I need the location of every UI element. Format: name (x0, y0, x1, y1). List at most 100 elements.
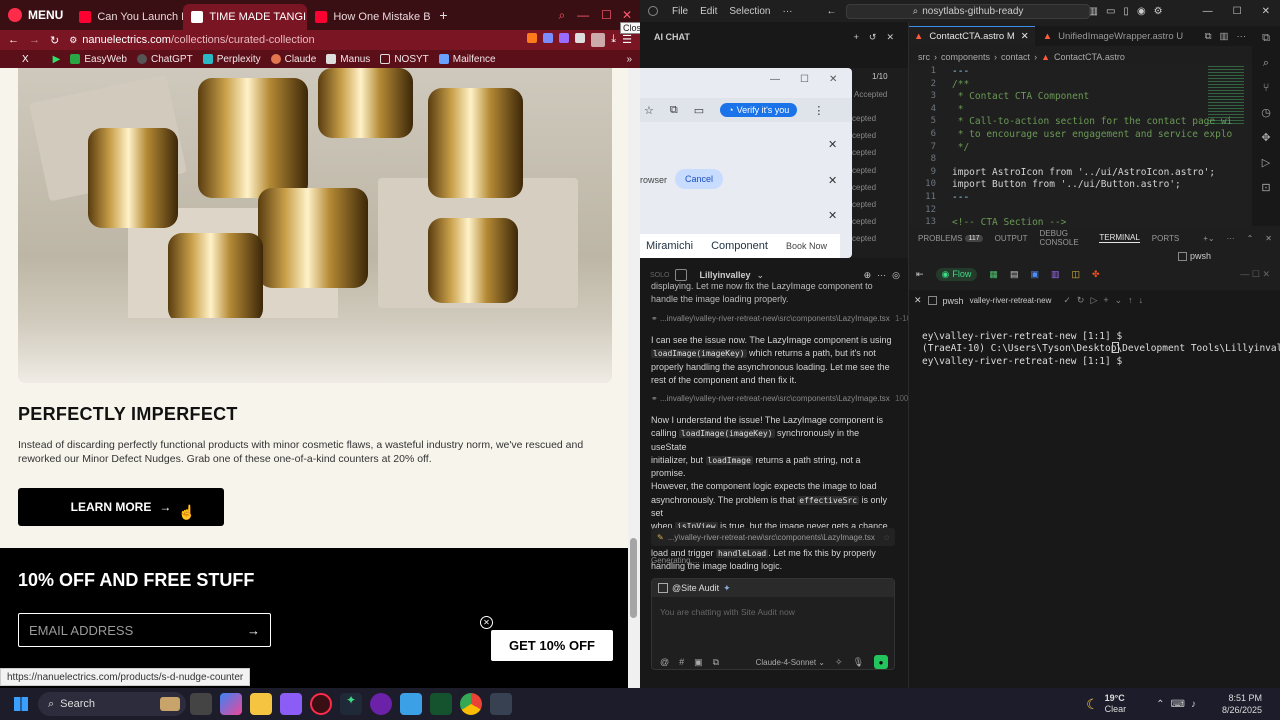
vs-maximize-button[interactable]: ☐ (1233, 6, 1242, 17)
email-input[interactable]: EMAIL ADDRESS → (18, 613, 271, 647)
vs-minimize-button[interactable]: — (1203, 6, 1213, 17)
remote-icon[interactable]: ⊡ (1261, 181, 1270, 194)
tab-0[interactable]: Can You Launch Hard (71, 4, 183, 30)
minimap[interactable] (1208, 66, 1244, 126)
taskbar-search[interactable]: ⌕ Search (38, 692, 186, 716)
source-control-icon[interactable]: ⑂ (1263, 82, 1270, 94)
app-icon[interactable] (490, 693, 512, 715)
notepad-icon[interactable] (400, 693, 422, 715)
sidebar-toggle-icon[interactable]: ⇤ (916, 269, 924, 280)
opera-gx-icon[interactable] (310, 693, 332, 715)
task-view-icon[interactable] (190, 693, 212, 715)
chevron-down-icon[interactable]: ⌄ (756, 270, 764, 281)
layout-icon[interactable]: ▯ (1123, 6, 1129, 17)
more-icon[interactable]: ··· (877, 270, 886, 280)
bookmark-manus[interactable]: Manus (326, 54, 370, 65)
terminal-tab-label[interactable]: pwsh (1178, 251, 1211, 261)
file-reference[interactable]: ⚭ ...invalley\valley-river-retreat-new\s… (651, 394, 924, 403)
close-panel-icon[interactable]: ✕ (1265, 234, 1272, 243)
context-icon[interactable]: ⧉ (713, 657, 719, 668)
search-icon[interactable]: ⌕ (1263, 57, 1269, 70)
close-panel-icon[interactable]: ✕ (886, 32, 894, 43)
command-center-search[interactable]: ⌕ nosytlabs-github-ready (846, 4, 1090, 19)
bookmark-easyweb[interactable]: EasyWeb (70, 54, 127, 65)
extension-icon[interactable] (575, 33, 586, 43)
more-menu-icon[interactable]: ··· (783, 6, 793, 17)
maximize-panel-icon[interactable]: ⌃ (1247, 234, 1254, 243)
menu-edit[interactable]: Edit (700, 6, 717, 17)
search-tabs-icon[interactable]: ⌕ (552, 8, 571, 23)
hash-icon[interactable]: # (679, 657, 684, 667)
star-icon[interactable]: ☆ (644, 104, 654, 117)
compare-icon[interactable]: ⧉ (1205, 31, 1212, 42)
more-icon[interactable]: ··· (1237, 31, 1247, 42)
forward-icon[interactable]: → (24, 34, 45, 46)
profile-avatar[interactable] (591, 33, 606, 47)
user-icon[interactable]: ◎ (892, 270, 900, 281)
github-desktop-icon[interactable] (370, 693, 392, 715)
agent-chip[interactable]: @Site Audit ✦ (652, 579, 894, 597)
terminal-app-icon[interactable] (430, 693, 452, 715)
get-discount-button[interactable]: GET 10% OFF (491, 630, 613, 661)
popup-close-x[interactable]: ✕ (828, 209, 837, 222)
bookmark-mailfence[interactable]: Mailfence (438, 54, 496, 65)
solo-badge[interactable]: SOLO (650, 272, 669, 279)
magic-icon[interactable]: ✧ (835, 657, 843, 668)
play-icon[interactable]: ▶ (53, 54, 61, 65)
page-scrollbar[interactable] (628, 68, 640, 688)
app-icon[interactable] (280, 693, 302, 715)
tab-close-icon[interactable]: ✕ (1021, 31, 1029, 42)
history-icon[interactable]: ↺ (869, 32, 877, 43)
history-icon[interactable]: ◷ (1261, 106, 1271, 119)
bookmarks-overflow-icon[interactable]: » (626, 54, 640, 65)
terminal-actions[interactable]: ✓↻▷+⌄↑↓ (1063, 295, 1149, 306)
model-selector[interactable]: Claude-4-Sonnet ⌄ (756, 658, 825, 667)
app-icon[interactable]: ✦ (340, 693, 362, 715)
editor-actions[interactable]: ⧉ ▥ ··· (1205, 31, 1246, 42)
editing-file-row[interactable]: ✎ ...y\valley-river-retreat-new\src\comp… (651, 528, 895, 546)
figma-icon[interactable]: ✤ (1092, 269, 1100, 280)
editor-tab[interactable]: ▲ UnifiedImageWrapper.astro U (1035, 31, 1191, 42)
popup-close-icon[interactable]: ✕ (480, 616, 493, 629)
layout-icon[interactable]: ▦ (989, 269, 998, 280)
maximize-button[interactable]: ☐ (595, 8, 618, 22)
image-icon[interactable]: ▣ (694, 657, 703, 668)
tab-output[interactable]: OUTPUT (995, 234, 1028, 243)
run-debug-icon[interactable]: ▷ (1262, 156, 1270, 169)
file-reference[interactable]: ⚭ ...invalley\valley-river-retreat-new\s… (651, 314, 916, 323)
popup-close-x[interactable]: ✕ (828, 174, 837, 187)
reload-icon[interactable]: ↻ (45, 34, 64, 47)
weather-widget[interactable]: 19°C Clear (1105, 693, 1127, 715)
bookmark-chatgpt[interactable]: ChatGPT (137, 54, 193, 65)
tab-1[interactable]: TIME MADE TANGIBLE – I (183, 4, 308, 30)
clock[interactable]: 8:51 PM 8/26/2025 (1222, 692, 1262, 716)
send-button[interactable]: ● (874, 655, 888, 669)
account-icon[interactable]: ◉ (1137, 6, 1146, 17)
extensions-icon[interactable]: ⧉ (670, 104, 678, 117)
back-icon[interactable]: ← (0, 34, 24, 46)
vs-close-button[interactable]: ✕ (1262, 6, 1270, 17)
scroll-thumb[interactable] (630, 538, 637, 618)
extension-icon[interactable] (559, 33, 570, 43)
bookmark-nosyt[interactable]: NOSYT (380, 54, 429, 65)
split-editor-icon[interactable]: ▥ (1220, 31, 1229, 42)
layout-icon[interactable]: ▥ (1051, 269, 1060, 280)
tab-problems[interactable]: PROBLEMS 117 (918, 234, 983, 243)
tab-2[interactable]: How One Mistake Broke C (307, 4, 431, 30)
x-icon[interactable]: X (22, 54, 29, 65)
menu-file[interactable]: File (672, 6, 688, 17)
layout-icon[interactable]: ◫ (1071, 269, 1080, 280)
popup-close-x[interactable]: ✕ (828, 138, 837, 151)
close-terminal-icon[interactable]: ✕ (914, 295, 922, 306)
settings-icon[interactable]: ⚙ (1154, 6, 1163, 17)
close-button[interactable]: ✕ (618, 8, 640, 22)
flow-button[interactable]: ◉ Flow (935, 267, 978, 281)
bookmark-claude[interactable]: Claude (270, 54, 316, 65)
mention-icon[interactable]: @ (660, 657, 669, 667)
chrome-icon[interactable] (460, 693, 482, 715)
tab-terminal[interactable]: TERMINAL (1099, 233, 1140, 243)
kebab-menu-icon[interactable]: ⋮ (813, 104, 824, 117)
new-tab-button[interactable]: + (431, 7, 455, 23)
extensions-icon[interactable]: ✥ (1261, 131, 1270, 144)
browser-menu-button[interactable]: MENU (0, 0, 71, 30)
